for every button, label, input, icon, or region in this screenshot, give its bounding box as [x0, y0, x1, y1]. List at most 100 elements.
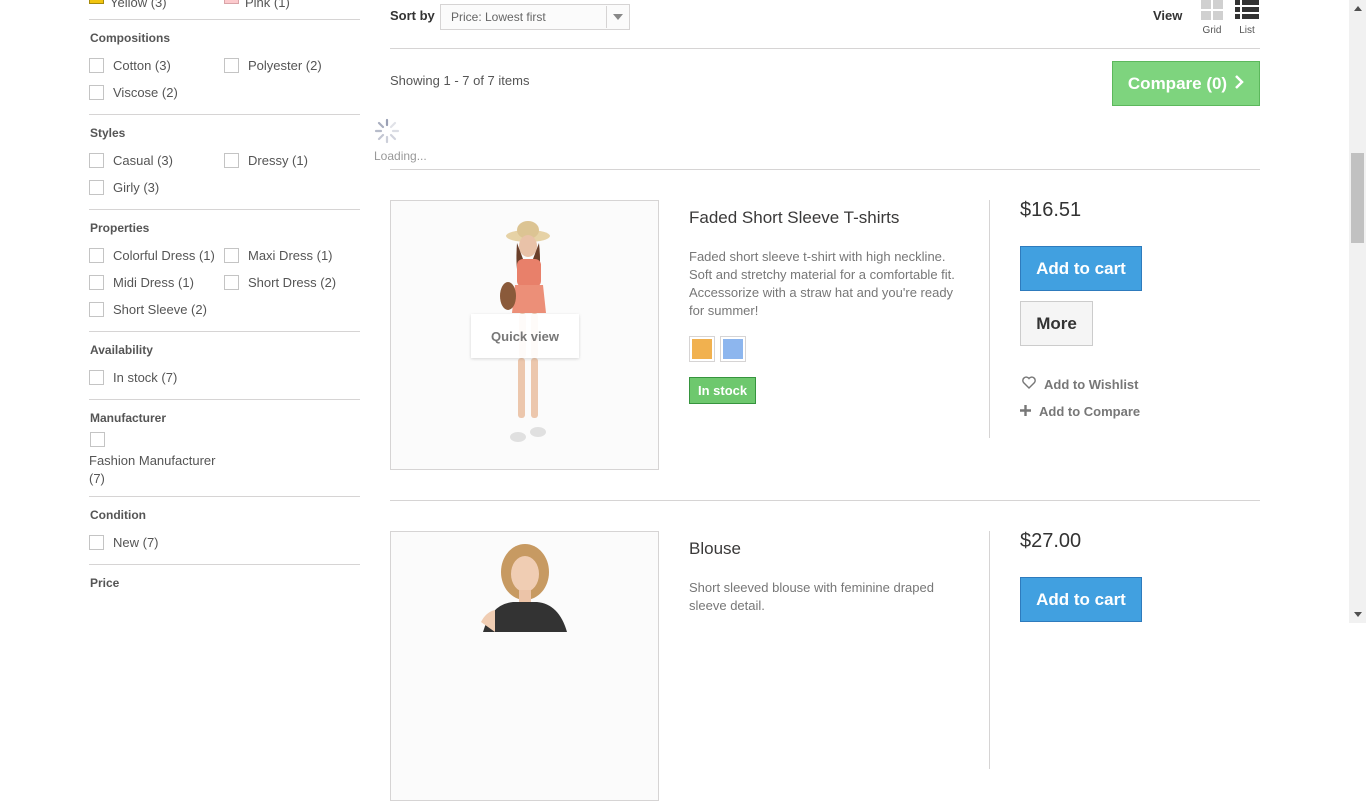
- add-to-wishlist-link[interactable]: Add to Wishlist: [1022, 376, 1139, 392]
- filter-option-label: In stock (7): [113, 370, 178, 385]
- filter-option-girly[interactable]: Girly (3): [89, 174, 224, 201]
- availability-badge: In stock: [689, 377, 757, 404]
- filter-option-polyester[interactable]: Polyester (2): [224, 52, 359, 79]
- sort-select[interactable]: Price: Lowest first: [440, 4, 630, 30]
- checkbox[interactable]: [89, 275, 104, 290]
- filter-option-in-stock[interactable]: In stock (7): [89, 364, 359, 391]
- filter-option-label: Casual (3): [113, 153, 173, 168]
- filter-manufacturer-section: Manufacturer Fashion Manufacturer (7): [89, 400, 360, 497]
- checkbox[interactable]: [224, 248, 239, 263]
- filter-section-title: Availability: [90, 343, 153, 357]
- filter-option-label: Colorful Dress (1): [113, 248, 215, 263]
- filter-option-label: Yellow (3): [110, 0, 167, 10]
- color-swatch: [692, 339, 712, 359]
- add-to-compare-link[interactable]: Add to Compare: [1020, 404, 1140, 419]
- filter-option-short-dress[interactable]: Short Dress (2): [224, 269, 359, 296]
- filter-sidebar: Yellow (3) Pink (1) Compositions Cotton …: [89, 0, 360, 605]
- add-to-cart-button[interactable]: Add to cart: [1020, 577, 1142, 622]
- filter-section-title: Manufacturer: [90, 411, 167, 425]
- filter-option-maxi-dress[interactable]: Maxi Dress (1): [224, 242, 359, 269]
- product-description: Short sleeved blouse with feminine drape…: [689, 580, 934, 613]
- view-list-label: List: [1239, 25, 1255, 36]
- view-grid-button[interactable]: Grid: [1197, 0, 1227, 36]
- filter-option-new[interactable]: New (7): [89, 529, 359, 556]
- chevron-right-icon: [1235, 74, 1244, 94]
- checkbox[interactable]: [89, 180, 104, 195]
- add-to-cart-button[interactable]: Add to cart: [1020, 246, 1142, 291]
- scroll-up-arrow-icon[interactable]: [1349, 0, 1366, 17]
- product-name-link[interactable]: Blouse: [689, 539, 741, 559]
- checkbox[interactable]: [89, 153, 104, 168]
- checkbox[interactable]: [224, 58, 239, 73]
- checkbox[interactable]: [224, 153, 239, 168]
- view-grid-label: Grid: [1202, 25, 1222, 36]
- divider: [989, 200, 990, 438]
- chevron-down-icon[interactable]: [606, 6, 628, 28]
- filter-color-pink[interactable]: Pink (1): [224, 0, 359, 11]
- product-image-link[interactable]: [390, 531, 659, 801]
- product-name-link[interactable]: Faded Short Sleeve T-shirts: [689, 208, 899, 228]
- filter-option-fashion-manufacturer[interactable]: Fashion Manufacturer (7): [89, 432, 360, 488]
- filter-option-casual[interactable]: Casual (3): [89, 147, 224, 174]
- color-option-orange[interactable]: [689, 336, 715, 362]
- view-label: View: [1153, 8, 1183, 23]
- filter-option-label: Dressy (1): [248, 153, 308, 168]
- filter-option-label: Cotton (3): [113, 58, 171, 73]
- checkbox[interactable]: [90, 432, 105, 447]
- product-price: $27.00: [1020, 530, 1082, 552]
- loading-indicator: Loading...: [374, 118, 427, 163]
- list-icon: [1235, 0, 1259, 23]
- showing-count: Showing 1 - 7 of 7 items: [390, 73, 530, 88]
- sort-selected-value: Price: Lowest first: [451, 10, 546, 24]
- filter-section-title: Properties: [90, 221, 150, 235]
- divider: [390, 169, 1260, 170]
- plus-icon: [1020, 404, 1031, 419]
- checkbox[interactable]: [89, 85, 104, 100]
- loading-text: Loading...: [374, 149, 427, 163]
- compare-button[interactable]: Compare (0): [1112, 61, 1260, 106]
- color-swatch-pink: [224, 0, 239, 4]
- filter-option-label: Viscose (2): [113, 85, 178, 100]
- divider: [390, 500, 1260, 501]
- filter-option-label: Midi Dress (1): [113, 275, 194, 290]
- color-swatch: [723, 339, 743, 359]
- product-image-link[interactable]: Quick view: [390, 200, 659, 470]
- compare-label: Add to Compare: [1039, 404, 1141, 419]
- filter-compositions-section: Compositions Cotton (3) Polyester (2) Vi…: [89, 20, 360, 115]
- filter-option-viscose[interactable]: Viscose (2): [89, 79, 224, 106]
- more-button[interactable]: More: [1020, 301, 1093, 346]
- checkbox[interactable]: [224, 275, 239, 290]
- filter-option-cotton[interactable]: Cotton (3): [89, 52, 224, 79]
- filter-option-dressy[interactable]: Dressy (1): [224, 147, 359, 174]
- vertical-scrollbar[interactable]: [1349, 0, 1366, 623]
- heart-icon: [1022, 376, 1036, 392]
- color-swatch-yellow: [89, 0, 104, 4]
- filter-price-section: Price: [89, 565, 360, 605]
- filter-color-yellow[interactable]: Yellow (3): [89, 0, 224, 11]
- checkbox[interactable]: [89, 248, 104, 263]
- filter-option-short-sleeve[interactable]: Short Sleeve (2): [89, 296, 224, 323]
- filter-color-section: Yellow (3) Pink (1): [89, 0, 360, 20]
- filter-option-label: Fashion Manufacturer (7): [89, 453, 216, 486]
- product-image: [391, 532, 658, 800]
- color-option-blue[interactable]: [720, 336, 746, 362]
- checkbox[interactable]: [89, 58, 104, 73]
- checkbox[interactable]: [89, 302, 104, 317]
- product-price: $16.51: [1020, 199, 1082, 221]
- filter-option-label: Girly (3): [113, 180, 160, 195]
- filter-option-label: Short Dress (2): [248, 275, 337, 290]
- filter-section-title: Condition: [90, 508, 146, 522]
- sort-toolbar: Sort by Price: Lowest first View Grid Li…: [390, 0, 1260, 49]
- checkbox[interactable]: [89, 535, 104, 550]
- view-list-button[interactable]: List: [1232, 0, 1262, 36]
- quick-view-button[interactable]: Quick view: [471, 314, 579, 358]
- filter-option-midi-dress[interactable]: Midi Dress (1): [89, 269, 224, 296]
- filter-properties-section: Properties Colorful Dress (1) Maxi Dress…: [89, 210, 360, 332]
- filter-section-title: Styles: [90, 126, 126, 140]
- product-description: Faded short sleeve t-shirt with high nec…: [689, 249, 955, 318]
- scrollbar-thumb[interactable]: [1351, 153, 1364, 243]
- scroll-down-arrow-icon[interactable]: [1349, 606, 1366, 623]
- filter-option-label: New (7): [113, 535, 159, 550]
- checkbox[interactable]: [89, 370, 104, 385]
- filter-option-colorful-dress[interactable]: Colorful Dress (1): [89, 242, 224, 269]
